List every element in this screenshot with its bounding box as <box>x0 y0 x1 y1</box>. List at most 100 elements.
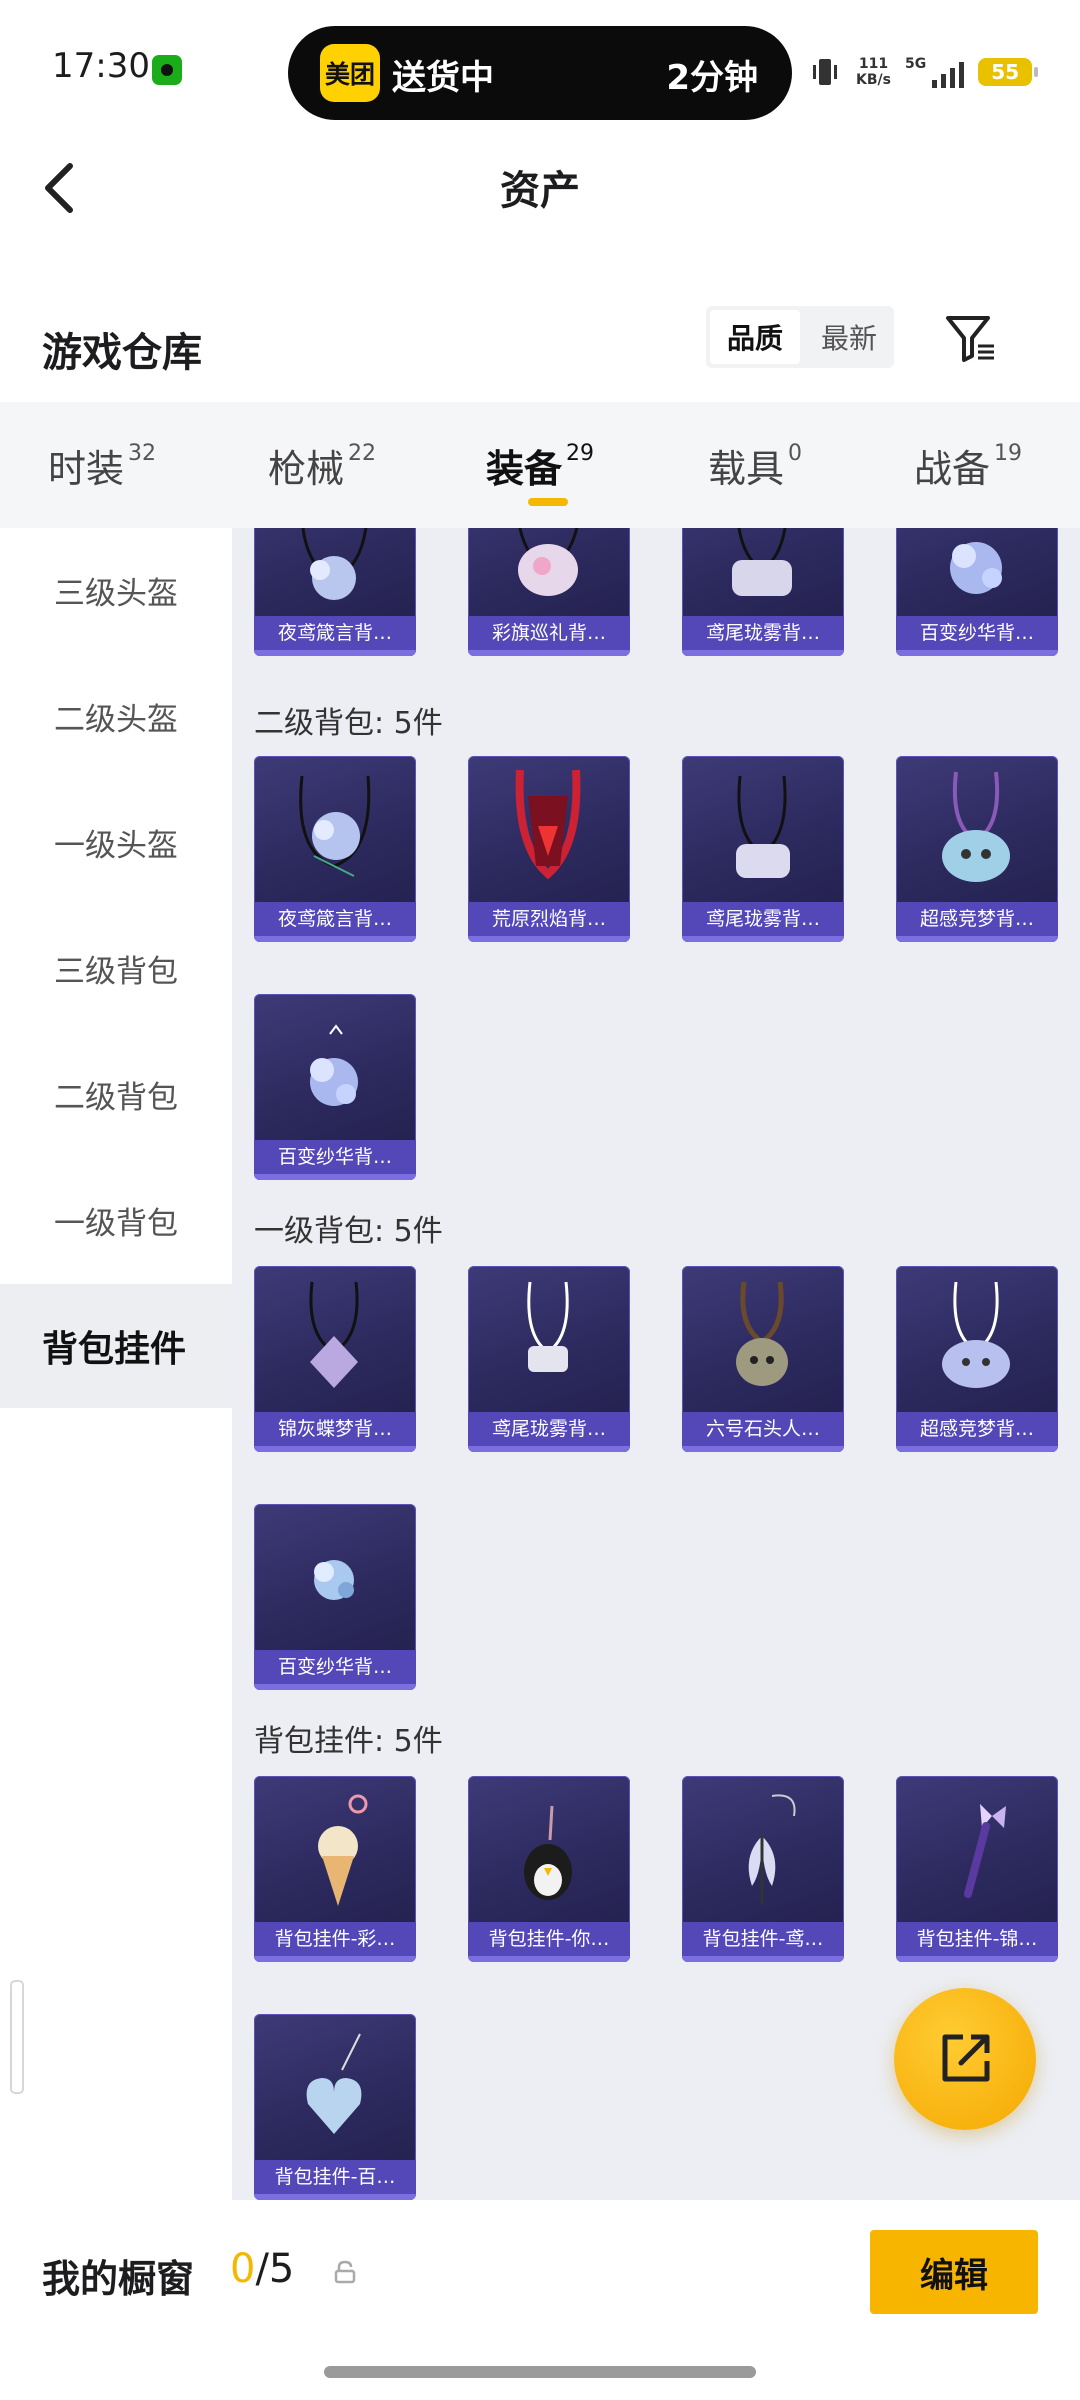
item-card[interactable]: 背包挂件-百… <box>254 2014 416 2200</box>
item-card[interactable]: 背包挂件-你… <box>468 1776 630 1962</box>
item-image <box>518 528 579 596</box>
sidebar-item-backpack-lv3[interactable]: 三级背包 <box>0 906 232 1030</box>
tab-count: 0 <box>788 441 803 467</box>
item-name: 夜鸢箴言背… <box>254 902 416 936</box>
filter-icon <box>946 316 994 362</box>
tab-count: 32 <box>128 441 157 467</box>
item-name: 超感竞梦背… <box>896 902 1058 936</box>
sort-option-quality[interactable]: 品质 <box>710 310 800 364</box>
page-title: 资产 <box>500 168 580 214</box>
sidebar-item-helmet-lv3[interactable]: 三级头盔 <box>0 528 232 652</box>
group-label: 一级背包: 5件 <box>254 1214 443 1249</box>
tab-count: 29 <box>566 441 595 467</box>
tab-label: 枪械 <box>268 447 345 491</box>
item-card[interactable]: 鸢尾珑雾背… <box>682 528 844 656</box>
item-name: 背包挂件-百… <box>254 2160 416 2194</box>
status-indicators: 111 KB/s 5G 55 <box>808 50 1039 94</box>
item-image <box>314 1560 354 1600</box>
bottom-bar: 我的橱窗 0/5 编辑 <box>0 2200 1080 2400</box>
item-image <box>527 1281 569 1372</box>
item-image <box>736 775 790 878</box>
item-card[interactable]: 荒原烈焰背… <box>468 756 630 942</box>
signal-icon: 5G <box>904 56 965 88</box>
item-card[interactable]: 超感竞梦背… <box>896 756 1058 942</box>
item-name: 背包挂件-你… <box>468 1922 630 1956</box>
network-speed: 111 KB/s <box>856 56 891 88</box>
item-card[interactable]: 超感竞梦背… <box>896 1266 1058 1452</box>
item-name: 夜鸢箴言背… <box>254 616 416 650</box>
item-card[interactable]: 六号石头人… <box>682 1266 844 1452</box>
item-image <box>318 1794 368 1906</box>
sidebar-item-helmet-lv2[interactable]: 二级头盔 <box>0 654 232 778</box>
item-card[interactable]: 背包挂件-鸢… <box>682 1776 844 1962</box>
item-image <box>942 1281 1010 1388</box>
sidebar-scrollbar[interactable] <box>10 1980 24 2094</box>
item-card[interactable]: 锦灰蝶梦背… <box>254 1266 416 1452</box>
item-card[interactable]: 百变纱华背… <box>254 994 416 1180</box>
signal-label: 5G <box>904 56 927 72</box>
item-image <box>964 1804 1006 1898</box>
tab-fashion[interactable]: 时装 32 <box>48 438 156 493</box>
share-fab[interactable] <box>894 1988 1036 2130</box>
tab-equipment[interactable]: 装备 29 <box>486 438 594 493</box>
tab-firearms[interactable]: 枪械 22 <box>268 438 376 493</box>
wechat-notification-icon <box>152 55 182 85</box>
item-image <box>515 769 581 880</box>
item-name: 百变纱华背… <box>896 616 1058 650</box>
sidebar-item-backpack-lv1[interactable]: 一级背包 <box>0 1158 232 1282</box>
group-label: 二级背包: 5件 <box>254 706 443 741</box>
item-image <box>942 771 1010 882</box>
share-external-icon <box>942 2034 990 2082</box>
item-card[interactable]: 鸢尾珑雾背… <box>468 1266 630 1452</box>
item-name: 百变纱华背… <box>254 1140 416 1174</box>
meituan-icon: 美团 <box>320 44 380 102</box>
item-name: 超感竞梦背… <box>896 1412 1058 1446</box>
dynamic-island[interactable]: 美团 送货中 2分钟 <box>288 26 792 120</box>
item-card[interactable]: 背包挂件-锦… <box>896 1776 1058 1962</box>
edit-button[interactable]: 编辑 <box>870 2230 1038 2314</box>
island-status-text: 送货中 <box>392 58 494 98</box>
lock-icon <box>334 2260 356 2284</box>
item-grid: 夜鸢箴言背… 彩旗巡礼背… 鸢尾珑雾背… 百变纱华背… 二级背包: 5件 夜鸢箴… <box>232 528 1080 2200</box>
item-image <box>299 775 371 877</box>
sort-toggle: 品质 最新 <box>706 306 894 368</box>
section-header: 游戏仓库 品质 最新 <box>0 300 1080 400</box>
vibrate-icon <box>808 55 842 89</box>
tab-count: 19 <box>994 441 1023 467</box>
group-label: 背包挂件: 5件 <box>254 1724 443 1759</box>
tab-label: 装备 <box>486 447 563 491</box>
item-card[interactable]: 夜鸢箴言背… <box>254 756 416 942</box>
showcase-label: 我的橱窗 <box>42 2257 195 2301</box>
network-speed-value: 111 <box>858 56 889 72</box>
status-time: 17:30 <box>52 46 150 86</box>
item-name: 背包挂件-彩… <box>254 1922 416 1956</box>
item-card[interactable]: 鸢尾珑雾背… <box>682 756 844 942</box>
showcase-count: 0/5 <box>230 2246 294 2292</box>
item-card[interactable]: 彩旗巡礼背… <box>468 528 630 656</box>
item-name: 锦灰蝶梦背… <box>254 1412 416 1446</box>
item-card[interactable]: 背包挂件-彩… <box>254 1776 416 1962</box>
item-image <box>524 1805 572 1900</box>
item-name: 背包挂件-鸢… <box>682 1922 844 1956</box>
sidebar-item-helmet-lv1[interactable]: 一级头盔 <box>0 780 232 904</box>
item-card[interactable]: 百变纱华背… <box>896 528 1058 656</box>
home-indicator[interactable] <box>324 2366 756 2378</box>
sidebar: 三级头盔 二级头盔 一级头盔 三级背包 二级背包 一级背包 背包挂件 <box>0 528 232 2200</box>
item-image <box>310 1024 358 1106</box>
section-title: 游戏仓库 <box>42 330 202 376</box>
filter-button[interactable] <box>944 312 998 364</box>
category-tabs: 时装 32 枪械 22 装备 29 载具 0 战备 19 <box>0 402 1080 528</box>
sidebar-item-backpack-charm[interactable]: 背包挂件 <box>0 1284 232 1408</box>
tab-supplies[interactable]: 战备 19 <box>914 438 1022 493</box>
item-card[interactable]: 百变纱华背… <box>254 1504 416 1690</box>
item-image <box>309 1281 359 1388</box>
sort-option-newest[interactable]: 最新 <box>804 306 894 368</box>
item-card[interactable]: 夜鸢箴言背… <box>254 528 416 656</box>
tab-label: 时装 <box>48 447 125 491</box>
sidebar-item-backpack-lv2[interactable]: 二级背包 <box>0 1032 232 1156</box>
network-speed-unit: KB/s <box>856 72 891 88</box>
item-image <box>732 528 792 596</box>
battery-icon: 55 <box>978 58 1039 86</box>
item-image <box>748 1794 796 1904</box>
tab-vehicles[interactable]: 载具 0 <box>708 438 802 493</box>
